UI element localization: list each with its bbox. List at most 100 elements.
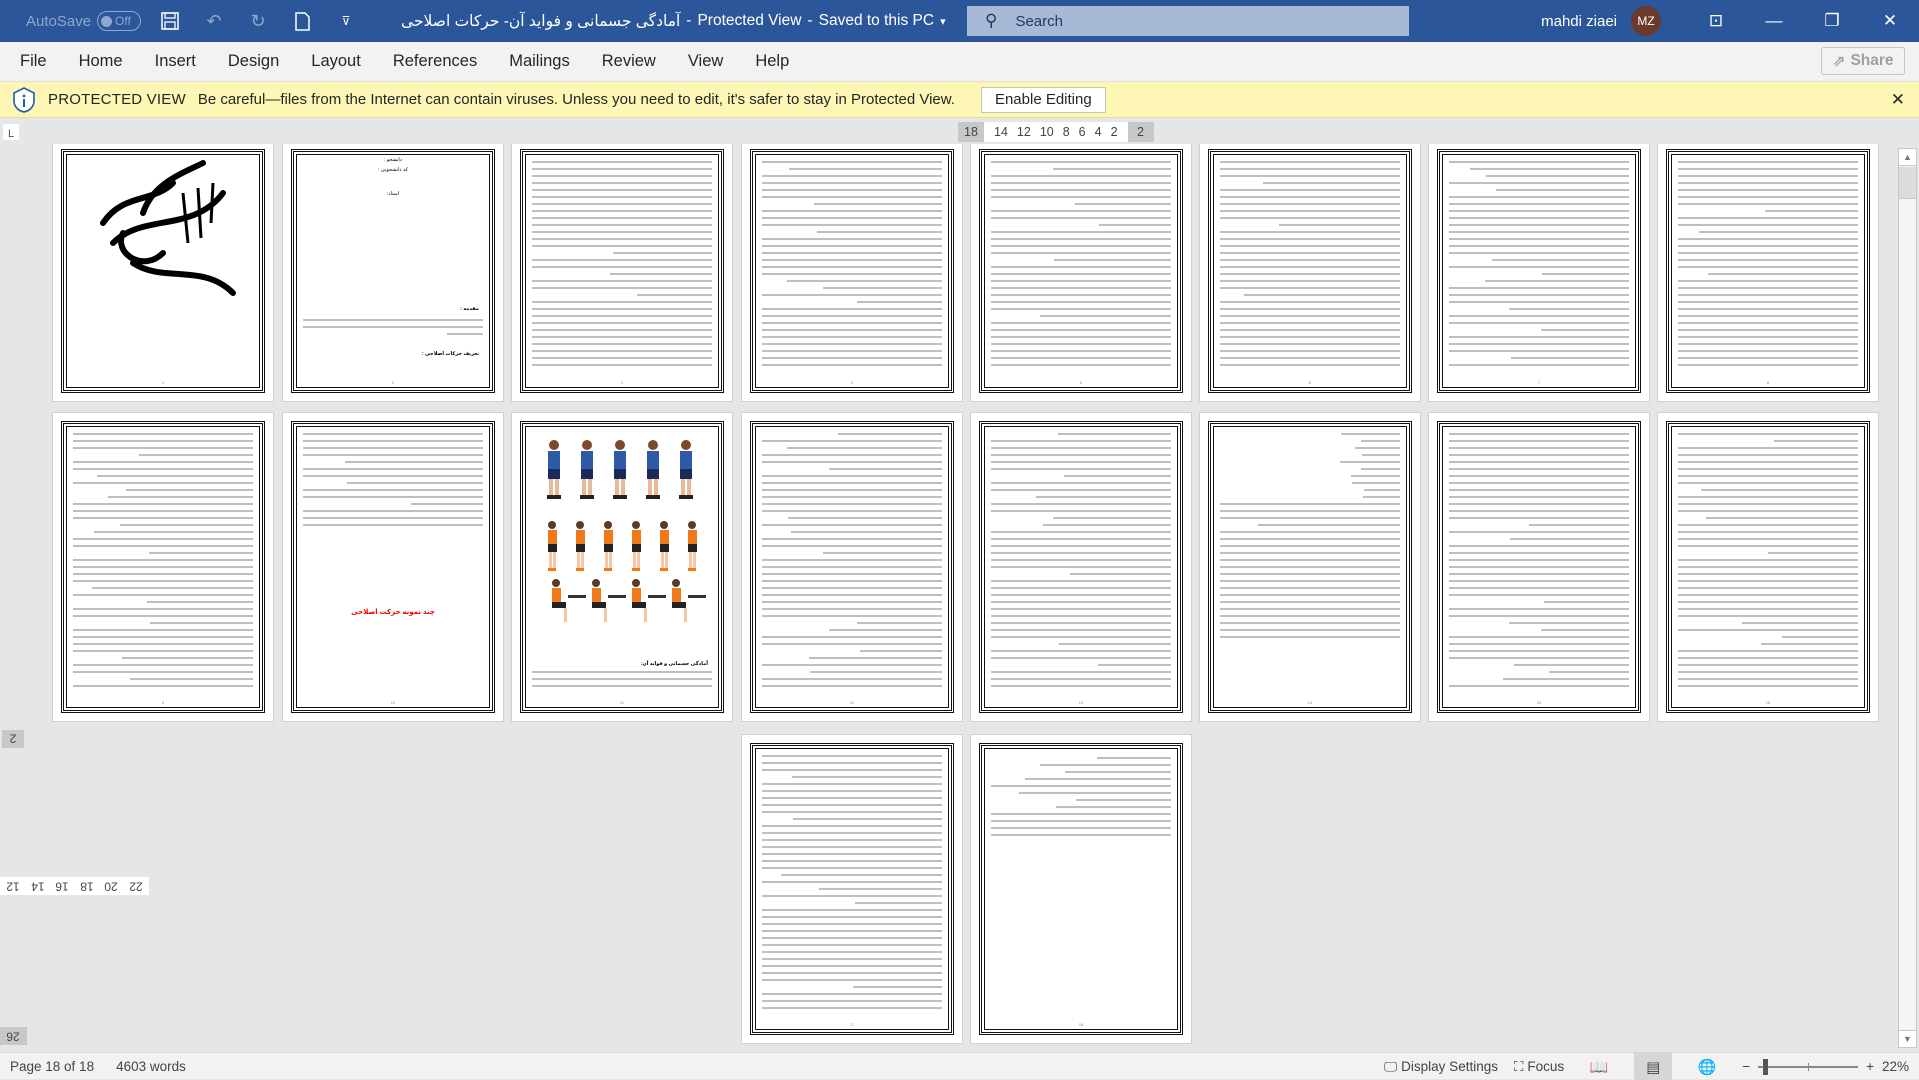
save-icon[interactable]: [159, 10, 181, 32]
text-line: [73, 503, 253, 505]
document-canvas[interactable]: 1 دانشجو : کد دانشجویی : استاد: مقدمه : تعریف…: [24, 144, 1880, 1048]
close-window-icon[interactable]: ✕: [1861, 0, 1919, 42]
scroll-thumb[interactable]: [1899, 167, 1916, 199]
text-line: [532, 224, 712, 226]
vertical-scrollbar[interactable]: ▲ ▼: [1898, 148, 1917, 1048]
text-line: [762, 608, 942, 610]
ribbon-display-options-icon[interactable]: ⊡: [1687, 0, 1745, 42]
document-page[interactable]: آمادگی جسمانی و فواید آن: 11: [511, 412, 733, 722]
page-text: [1220, 161, 1400, 366]
document-page[interactable]: 6: [1199, 144, 1421, 402]
text-line: [1678, 650, 1858, 652]
text-line: [532, 343, 712, 345]
enable-editing-button[interactable]: Enable Editing: [980, 86, 1106, 113]
text-line: [1698, 231, 1858, 233]
text-line: [991, 252, 1171, 254]
document-page[interactable]: دانشجو : کد دانشجویی : استاد: مقدمه : تعریف …: [282, 144, 504, 402]
text-line: [73, 461, 253, 463]
redo-icon[interactable]: ↻: [247, 10, 269, 32]
zoom-in-button[interactable]: +: [1866, 1059, 1874, 1074]
text-line: [73, 510, 253, 512]
text-line: [762, 329, 942, 331]
restore-icon[interactable]: ❐: [1803, 0, 1861, 42]
posture-figure: [672, 579, 706, 622]
scroll-down-icon[interactable]: ▼: [1899, 1030, 1916, 1047]
text-line: [1449, 461, 1629, 463]
autosave-toggle[interactable]: AutoSave Off: [26, 11, 142, 31]
print-layout-icon[interactable]: ▤: [1634, 1053, 1673, 1080]
text-line: [1678, 350, 1858, 352]
text-line: [991, 545, 1171, 547]
tab-mailings[interactable]: Mailings: [493, 52, 586, 71]
display-settings-button[interactable]: 🖵 Display Settings: [1384, 1059, 1498, 1075]
document-page[interactable]: 12: [741, 412, 963, 722]
scroll-up-icon[interactable]: ▲: [1899, 149, 1916, 166]
tab-review[interactable]: Review: [586, 52, 672, 71]
close-icon[interactable]: ✕: [1891, 90, 1905, 110]
save-status[interactable]: Saved to this PC: [819, 12, 934, 30]
document-page[interactable]: 18: [970, 734, 1192, 1044]
page-text: [532, 671, 712, 687]
zoom-out-button[interactable]: −: [1742, 1059, 1750, 1074]
text-line: [1220, 580, 1400, 582]
cover-field: کد دانشجویی :: [377, 167, 408, 173]
word-count[interactable]: 4603 words: [116, 1059, 186, 1074]
text-line: [532, 245, 712, 247]
avatar[interactable]: MZ: [1631, 6, 1661, 36]
document-page[interactable]: 4: [741, 144, 963, 402]
tab-design[interactable]: Design: [212, 52, 295, 71]
customize-qat-icon[interactable]: ⊽: [335, 10, 357, 32]
minimize-icon[interactable]: —: [1745, 0, 1803, 42]
document-page[interactable]: 5: [970, 144, 1192, 402]
tab-help[interactable]: Help: [739, 52, 805, 71]
text-line: [1220, 336, 1400, 338]
tab-insert[interactable]: Insert: [139, 52, 212, 71]
page-count[interactable]: Page 18 of 18: [10, 1059, 94, 1074]
text-line: [1220, 168, 1400, 170]
zoom-level[interactable]: 22%: [1882, 1059, 1909, 1074]
document-page[interactable]: 16: [1657, 412, 1879, 722]
focus-label: Focus: [1527, 1059, 1565, 1074]
text-line: [762, 1007, 942, 1009]
autosave-switch[interactable]: Off: [97, 11, 142, 31]
text-line: [1764, 210, 1858, 212]
user-name[interactable]: mahdi ziaei: [1541, 13, 1617, 30]
web-layout-icon[interactable]: 🌐: [1688, 1053, 1726, 1080]
share-button[interactable]: ⇗ Share: [1821, 47, 1905, 75]
page-text: [1678, 161, 1858, 366]
zoom-slider-knob[interactable]: [1762, 1058, 1768, 1075]
focus-button[interactable]: ⛶ Focus: [1514, 1059, 1564, 1075]
zoom-slider[interactable]: [1758, 1058, 1859, 1075]
tab-home[interactable]: Home: [63, 52, 139, 71]
tab-view[interactable]: View: [672, 52, 739, 71]
document-page[interactable]: 13: [970, 412, 1192, 722]
ruler-top-margin: 2: [2, 730, 24, 748]
document-page[interactable]: 15: [1428, 412, 1650, 722]
read-mode-icon[interactable]: 📖: [1580, 1053, 1618, 1080]
document-page[interactable]: 8: [1657, 144, 1879, 402]
tab-layout[interactable]: Layout: [295, 52, 377, 71]
tab-file[interactable]: File: [0, 52, 63, 71]
text-line: [762, 881, 942, 883]
document-page[interactable]: 7: [1428, 144, 1650, 402]
document-page[interactable]: 14: [1199, 412, 1421, 722]
horizontal-ruler[interactable]: 18 14 12 10 8 6 4 2 2: [958, 122, 1154, 142]
text-line: [991, 510, 1171, 512]
tab-selector[interactable]: L: [3, 124, 19, 140]
tab-references[interactable]: References: [377, 52, 493, 71]
text-line: [303, 524, 483, 526]
new-document-icon[interactable]: [291, 10, 313, 32]
document-page[interactable]: 1: [52, 144, 274, 402]
chevron-down-icon[interactable]: ▾: [940, 15, 946, 28]
text-line: [1678, 280, 1858, 282]
document-page[interactable]: چند نمونه حرکت اصلاحی 10: [282, 412, 504, 722]
document-page[interactable]: 9: [52, 412, 274, 722]
text-line: [1678, 503, 1858, 505]
document-page[interactable]: 17: [741, 734, 963, 1044]
vertical-ruler[interactable]: 2 2 4 6 8 10 12 14 16 18 20 22 26: [0, 728, 149, 1050]
text-line: [762, 440, 942, 442]
text-line: [822, 287, 942, 289]
search-box[interactable]: ⚲ Search: [967, 6, 1409, 36]
undo-icon[interactable]: ↶: [203, 10, 225, 32]
document-page[interactable]: 3: [511, 144, 733, 402]
